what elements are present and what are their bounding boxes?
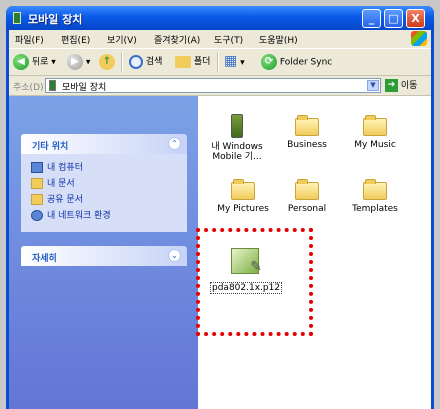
file-item-my-music[interactable]: My Music: [344, 115, 406, 150]
minimize-button[interactable]: _: [362, 9, 381, 28]
back-button[interactable]: ◀ 뒤로 ▾: [13, 54, 56, 70]
file-item-my-pictures[interactable]: My Pictures: [212, 179, 274, 214]
mobile-device-icon: [49, 80, 56, 91]
menu-help[interactable]: 도움말(H): [259, 33, 298, 46]
file-label: My Pictures: [217, 204, 269, 214]
link-label: 내 문서: [47, 179, 75, 189]
chevron-down-icon[interactable]: ▼: [367, 80, 379, 91]
shared-folder-icon: [31, 194, 43, 205]
menu-tools[interactable]: 도구(T): [214, 33, 243, 46]
link-label: 공유 문서: [47, 195, 83, 205]
details-title: 자세히: [32, 254, 57, 264]
other-places-panel: 내 컴퓨터 내 문서 공유 문서 내 네트워크 환경: [21, 154, 187, 232]
link-network-places[interactable]: 내 네트워크 환경: [31, 208, 111, 221]
file-label: Personal: [287, 204, 327, 214]
network-icon: [31, 210, 43, 221]
search-button[interactable]: 검색: [129, 54, 162, 69]
folder-icon: [295, 115, 319, 136]
folders-label: 폴더: [193, 57, 211, 67]
explorer-window: 모바일 장치 _ □ X 파일(F) 편집(E) 보기(V) 즐겨찾기(A) 도…: [6, 6, 434, 409]
file-label: 내 Windows Mobile 기...: [211, 142, 263, 162]
folders-button[interactable]: 폴더: [175, 54, 210, 68]
collapse-icon[interactable]: ⌃: [168, 137, 181, 150]
go-label: 이동: [400, 81, 418, 91]
back-label: 뒤로: [31, 57, 49, 68]
link-label: 내 컴퓨터: [47, 163, 83, 173]
file-label: Templates: [352, 204, 398, 214]
expand-icon[interactable]: ⌄: [168, 249, 181, 262]
folder-sync-button[interactable]: ⟳ Folder Sync: [261, 54, 332, 70]
folder-icon: [363, 115, 387, 136]
link-label: 내 네트워크 환경: [47, 211, 111, 221]
documents-icon: [31, 178, 43, 189]
device-icon: [231, 114, 243, 138]
close-button[interactable]: X: [406, 9, 425, 28]
folder-icon: [231, 179, 255, 200]
folders-icon: [175, 55, 191, 68]
computer-icon: [31, 162, 43, 173]
link-shared-documents[interactable]: 공유 문서: [31, 192, 83, 205]
menu-bar: 파일(F) 편집(E) 보기(V) 즐겨찾기(A) 도구(T) 도움말(H): [9, 30, 431, 48]
file-item-windows-mobile[interactable]: 내 Windows Mobile 기...: [206, 114, 268, 162]
menu-edit[interactable]: 편집(E): [61, 33, 90, 46]
go-button[interactable]: ➔ 이동: [385, 78, 417, 92]
folder-icon: [363, 179, 387, 200]
other-places-title: 기타 위치: [32, 142, 69, 152]
toolbar: ◀ 뒤로 ▾ ▶ ▾ ↑ 검색 폴더 ▦ ▾ ⟳ Folder Sync: [9, 48, 431, 76]
up-button[interactable]: ↑: [99, 54, 115, 70]
menu-view[interactable]: 보기(V): [107, 33, 137, 46]
task-pane: 기타 위치 ⌃ 내 컴퓨터 내 문서 공유 문서 내 네트워크 환경 자세히 ⌄: [9, 96, 198, 409]
views-icon: ▦: [224, 53, 238, 69]
file-label: Business: [287, 140, 327, 150]
forward-arrow-icon: ▶: [67, 54, 83, 70]
other-places-header[interactable]: 기타 위치 ⌃: [21, 134, 187, 154]
window-title: 모바일 장치: [28, 13, 83, 26]
address-input[interactable]: 모바일 장치 ▼: [45, 78, 381, 93]
address-value: 모바일 장치: [62, 83, 107, 93]
toolbar-separator: [217, 53, 219, 71]
link-my-documents[interactable]: 내 문서: [31, 176, 75, 189]
search-label: 검색: [145, 57, 163, 67]
views-button[interactable]: ▦ ▾: [224, 54, 245, 68]
toolbar-separator: [121, 53, 123, 71]
file-item-business[interactable]: Business: [276, 115, 338, 150]
go-arrow-icon: ➔: [385, 79, 398, 92]
address-label: 주소(D): [13, 83, 44, 93]
back-arrow-icon: ◀: [13, 54, 29, 70]
search-icon: [129, 54, 143, 69]
mobile-device-icon: [13, 12, 21, 24]
windows-logo-icon: [411, 31, 427, 46]
address-bar: 주소(D) 모바일 장치 ▼ ➔ 이동: [9, 76, 431, 96]
highlight-box: [196, 228, 313, 336]
menu-file[interactable]: 파일(F): [15, 33, 44, 46]
title-bar[interactable]: 모바일 장치 _ □ X: [6, 6, 434, 30]
menu-favorites[interactable]: 즐겨찾기(A): [154, 33, 200, 46]
file-item-templates[interactable]: Templates: [344, 179, 406, 214]
details-header[interactable]: 자세히 ⌄: [21, 246, 187, 266]
sync-icon: ⟳: [261, 54, 277, 70]
folder-icon: [295, 179, 319, 200]
maximize-button[interactable]: □: [384, 9, 403, 28]
link-my-computer[interactable]: 내 컴퓨터: [31, 160, 83, 173]
folder-sync-label: Folder Sync: [279, 57, 333, 68]
forward-button[interactable]: ▶ ▾: [67, 54, 90, 70]
file-item-personal[interactable]: Personal: [276, 179, 338, 214]
up-folder-icon: ↑: [99, 54, 115, 70]
file-label: My Music: [354, 140, 396, 150]
